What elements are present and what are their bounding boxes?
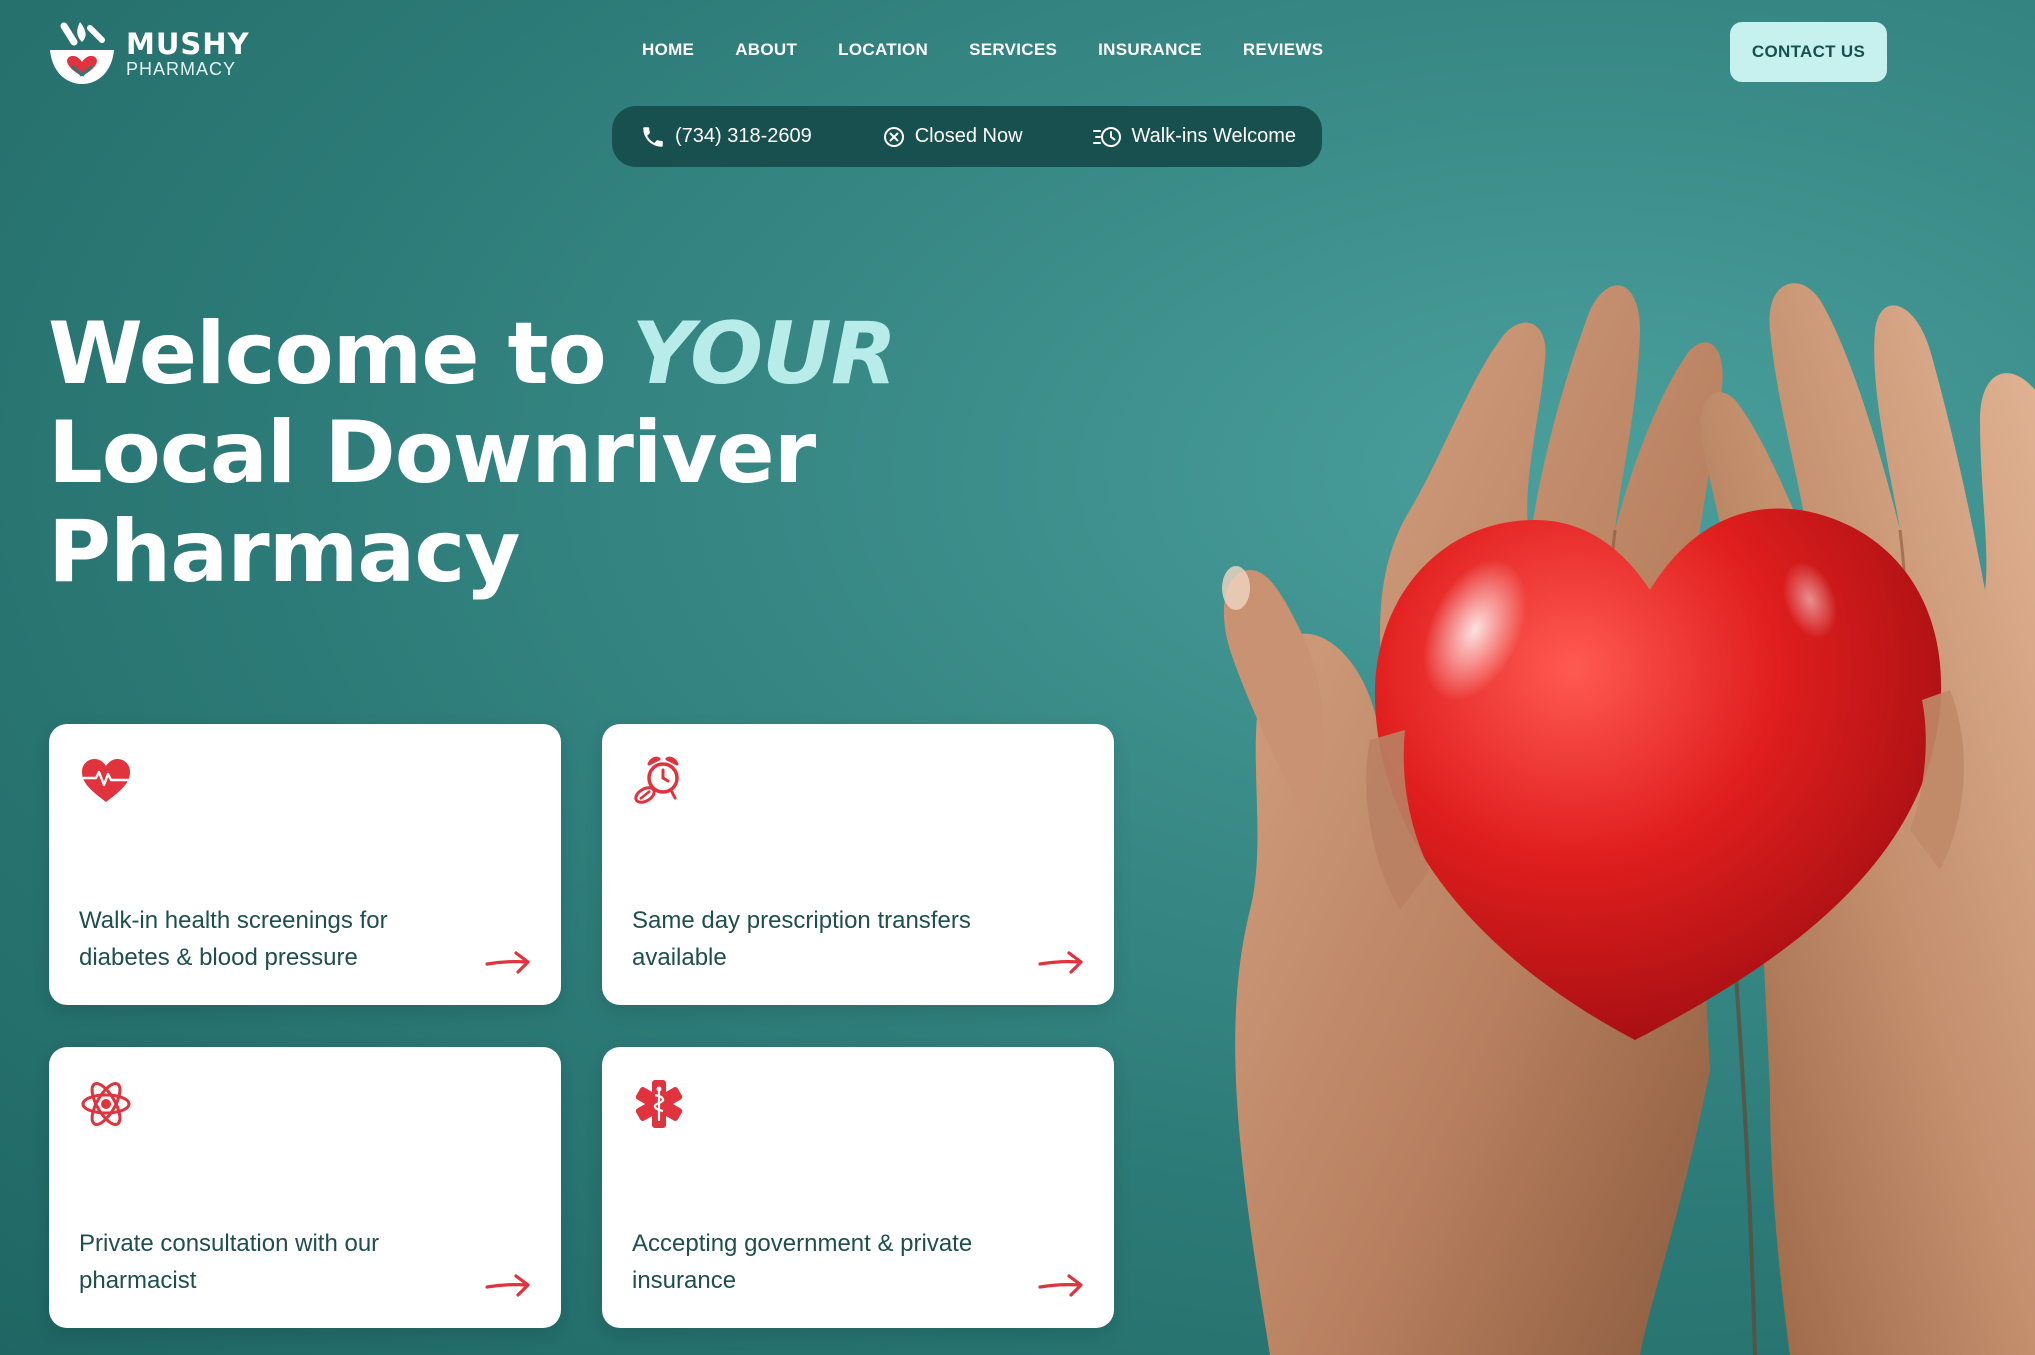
- logo-subtitle: PHARMACY: [126, 59, 237, 79]
- nav-home[interactable]: HOME: [642, 40, 694, 60]
- nav-location[interactable]: LOCATION: [838, 40, 928, 60]
- clock-history-icon: [1092, 126, 1121, 147]
- walkins-info: Walk-ins Welcome: [1092, 124, 1296, 150]
- arrow-right-icon[interactable]: [1038, 949, 1084, 975]
- title-line-1: Welcome to YOUR: [48, 304, 897, 404]
- walkins-text: Walk-ins Welcome: [1131, 125, 1296, 147]
- arrow-right-icon[interactable]: [1038, 1272, 1084, 1298]
- alarm-clock-pill-icon: [634, 756, 679, 804]
- card-text: Accepting government & private insurance: [632, 1230, 973, 1294]
- store-status: Closed Now: [882, 125, 1023, 149]
- card-text: Same day prescription transfers availabl…: [632, 907, 971, 971]
- atom-icon: [81, 1082, 131, 1126]
- phone-icon: [643, 126, 663, 147]
- title-line-2: Local Downriver: [48, 403, 816, 503]
- nav-insurance[interactable]: INSURANCE: [1098, 40, 1202, 60]
- logo-name: MUSHY: [126, 27, 250, 61]
- nav-reviews[interactable]: REVIEWS: [1243, 40, 1324, 60]
- main-nav: HOME ABOUT LOCATION SERVICES INSURANCE R…: [642, 40, 1323, 60]
- phone-number: (734) 318-2609: [675, 125, 812, 147]
- closed-circle-x-icon: [883, 126, 904, 147]
- service-card-consultation[interactable]: Private consultation with our pharmacist: [49, 1047, 561, 1328]
- phone-link[interactable]: (734) 318-2609: [640, 124, 812, 150]
- arrow-right-icon[interactable]: [485, 949, 531, 975]
- arrow-right-icon[interactable]: [485, 1272, 531, 1298]
- heart-pulse-icon: [82, 759, 130, 802]
- logo[interactable]: MUSHY PHARMACY: [46, 20, 250, 88]
- service-card-screenings[interactable]: Walk-in health screenings for diabetes &…: [49, 724, 561, 1005]
- mortar-pestle-logo-icon: [50, 22, 114, 84]
- contact-us-button[interactable]: CONTACT US: [1730, 22, 1887, 82]
- card-text: Private consultation with our pharmacist: [79, 1230, 380, 1294]
- hands-holding-heart-image: [1222, 283, 2035, 1355]
- status-text: Closed Now: [914, 125, 1023, 147]
- card-text: Walk-in health screenings for diabetes &…: [79, 907, 388, 971]
- nav-about[interactable]: ABOUT: [735, 40, 797, 60]
- title-accent: YOUR: [631, 304, 897, 404]
- title-line-3: Pharmacy: [48, 502, 520, 602]
- nav-services[interactable]: SERVICES: [969, 40, 1057, 60]
- info-bar: (734) 318-2609 Closed Now Walk-ins Welco…: [612, 106, 1322, 167]
- service-card-insurance[interactable]: Accepting government & private insurance: [602, 1047, 1114, 1328]
- service-card-transfers[interactable]: Same day prescription transfers availabl…: [602, 724, 1114, 1005]
- page-title: Welcome to YOUR Local Downriver Pharmacy: [48, 304, 897, 602]
- medical-star-icon: [635, 1080, 683, 1128]
